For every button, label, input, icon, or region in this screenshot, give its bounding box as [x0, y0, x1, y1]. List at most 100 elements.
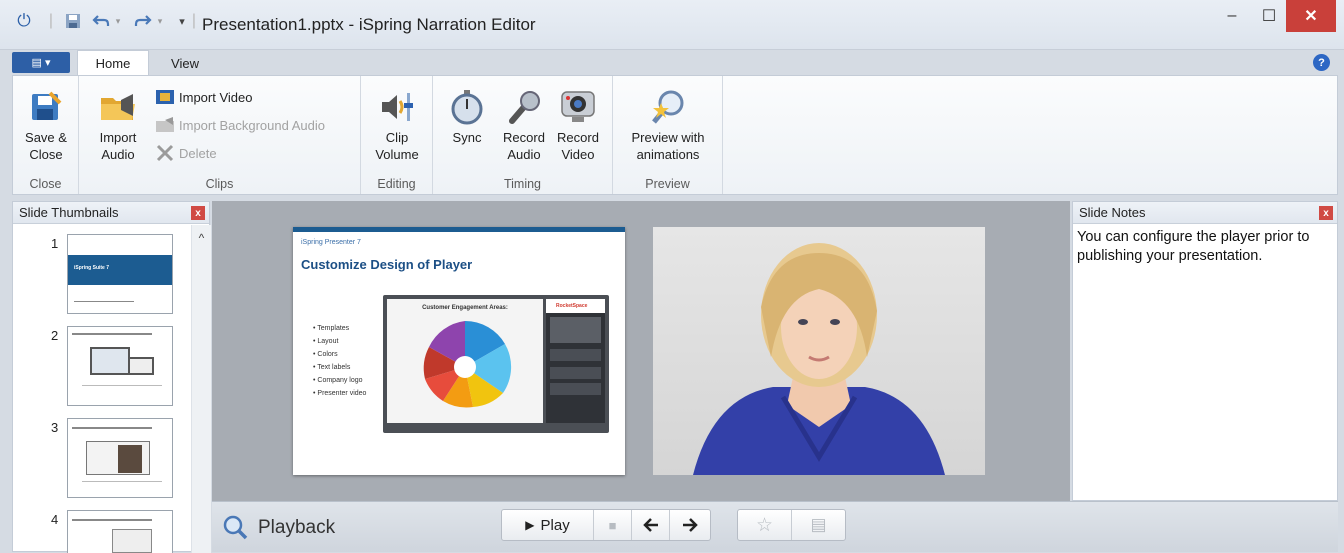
thumbnail-number: 1: [51, 236, 59, 251]
microphone-icon: [505, 88, 543, 126]
save-icon[interactable]: [62, 10, 84, 32]
undo-dropdown-icon[interactable]: ▾: [113, 10, 123, 32]
play-icon: ▶: [525, 518, 535, 532]
separator: |: [191, 12, 197, 29]
stopwatch-icon: [448, 88, 486, 126]
group-close: Close Save & Close: [13, 76, 79, 194]
thumbnails-scrollbar[interactable]: ^: [191, 225, 211, 553]
bullet: • Templates: [313, 325, 350, 332]
speaker-volume-icon: [378, 88, 416, 126]
preview-animations-label: Preview with animations: [631, 130, 705, 162]
app-logo-icon[interactable]: ⏻: [14, 10, 34, 32]
play-label: Play: [540, 516, 570, 534]
bullet: • Layout: [313, 338, 339, 345]
preview-animations-button[interactable]: Preview with animations: [619, 88, 717, 163]
bullet: • Company logo: [313, 377, 363, 384]
group-label: Editing: [377, 177, 416, 191]
scroll-up-button[interactable]: ^: [192, 225, 211, 245]
player-sidebar: RocketSpace: [546, 299, 605, 423]
delete-icon: [156, 144, 174, 162]
group-timing: Timing Sync Record Audio Record Video: [433, 76, 613, 194]
bullet: • Text labels: [313, 364, 351, 371]
arrow-left-icon: [642, 518, 658, 532]
redo-dropdown-icon[interactable]: ▾: [155, 10, 165, 32]
sync-button[interactable]: Sync: [447, 88, 487, 146]
group-preview: Preview Preview with animations: [613, 76, 723, 194]
customize-quick-access-icon[interactable]: ▾: [176, 10, 188, 32]
clip-volume-label: Clip Volume: [375, 130, 419, 162]
import-audio-label: Import Audio: [99, 130, 137, 162]
preview-magnifier-icon: [649, 88, 687, 126]
slide-thumbnail-4[interactable]: [67, 510, 173, 553]
stop-button[interactable]: ■: [594, 510, 632, 540]
undo-icon[interactable]: [90, 10, 112, 32]
tab-home[interactable]: Home: [77, 50, 149, 76]
redo-icon[interactable]: [132, 10, 154, 32]
thumbnail-title: iSpring Suite 7: [74, 265, 110, 271]
group-label: Close: [29, 177, 62, 191]
slide-thumbnail-3[interactable]: [67, 418, 173, 498]
slide-thumbnail-1[interactable]: iSpring Suite 7: [67, 234, 173, 314]
file-menu-button[interactable]: ▤ ▾: [12, 52, 70, 73]
next-slide-button[interactable]: [670, 510, 710, 540]
previous-slide-button[interactable]: [632, 510, 670, 540]
slide-notes-header: Slide Notes x: [1073, 202, 1337, 224]
import-audio-button[interactable]: Import Audio: [93, 88, 143, 163]
group-label: Timing: [503, 177, 542, 191]
slide-preview[interactable]: iSpring Presenter 7 Customize Design of …: [293, 227, 625, 475]
record-audio-label: Record Audio: [503, 130, 545, 162]
save-close-label: Save & Close: [25, 130, 67, 162]
minimize-button[interactable]: –: [1212, 0, 1252, 32]
player-mockup: Customer Engagement Areas: RocketSpace: [383, 295, 609, 433]
import-audio-icon: [99, 88, 137, 126]
record-video-button[interactable]: Record Video: [553, 88, 603, 163]
presenter-image: [693, 243, 945, 475]
window-title: Presentation1.pptx - iSpring Narration E…: [202, 15, 536, 34]
panel-title: Slide Thumbnails: [19, 205, 119, 220]
import-video-label: Import Video: [179, 89, 253, 105]
import-background-audio-label: Import Background Audio: [179, 117, 325, 133]
delete-button[interactable]: Delete: [155, 144, 217, 162]
group-label: Clips: [205, 177, 234, 191]
record-audio-button[interactable]: Record Audio: [499, 88, 549, 163]
slide-brand: iSpring Presenter 7: [301, 239, 361, 246]
separator: |: [48, 12, 54, 29]
background-audio-icon: [156, 117, 174, 132]
save-close-icon: [27, 88, 65, 126]
notes-text-area[interactable]: You can configure the player prior to pu…: [1073, 224, 1337, 270]
player-slide-area: Customer Engagement Areas:: [387, 299, 543, 423]
delete-label: Delete: [179, 145, 217, 161]
playback-search-icon: [222, 514, 248, 543]
arrow-right-icon: [683, 518, 698, 532]
playback-controls: ▶ Play ■: [501, 509, 711, 541]
group-editing: Editing Clip Volume: [361, 76, 433, 194]
bullet: • Colors: [313, 351, 338, 358]
ribbon: Close Save & Close Clips Import Audio Im…: [12, 75, 1338, 195]
slide-notes-panel: Slide Notes x You can configure the play…: [1072, 201, 1338, 501]
slide-thumbnails-panel: Slide Thumbnails x 1 iSpring Suite 7 2 3…: [12, 201, 211, 553]
sync-label: Sync: [452, 130, 482, 145]
presenter-video[interactable]: [653, 227, 985, 475]
save-close-button[interactable]: Save & Close: [21, 88, 71, 163]
close-panel-button[interactable]: x: [1319, 206, 1333, 220]
import-background-audio-button[interactable]: Import Background Audio: [155, 116, 325, 134]
panel-title: Slide Notes: [1079, 205, 1146, 220]
import-video-button[interactable]: Import Video: [155, 88, 252, 106]
playback-label: Playback: [258, 517, 336, 538]
page-icon[interactable]: ▤: [792, 510, 845, 540]
wheel-chart: [423, 320, 512, 408]
slide-bullets: • Templates • Layout • Colors • Text lab…: [313, 322, 366, 400]
thumbnail-number: 3: [51, 420, 59, 435]
tab-view[interactable]: View: [155, 50, 215, 76]
star-icon[interactable]: ☆: [738, 510, 792, 540]
group-clips: Clips Import Audio Import Video Import B…: [79, 76, 361, 194]
close-panel-button[interactable]: x: [191, 206, 205, 220]
maximize-button[interactable]: ☐: [1252, 0, 1286, 32]
slide-thumbnail-2[interactable]: [67, 326, 173, 406]
playback-extra-controls: ☆ ▤: [737, 509, 846, 541]
play-button[interactable]: ▶ Play: [502, 510, 594, 540]
clip-volume-button[interactable]: Clip Volume: [369, 88, 425, 163]
close-button[interactable]: ✕: [1286, 0, 1336, 32]
help-icon[interactable]: ?: [1313, 54, 1330, 71]
thumbnail-number: 4: [51, 512, 59, 527]
